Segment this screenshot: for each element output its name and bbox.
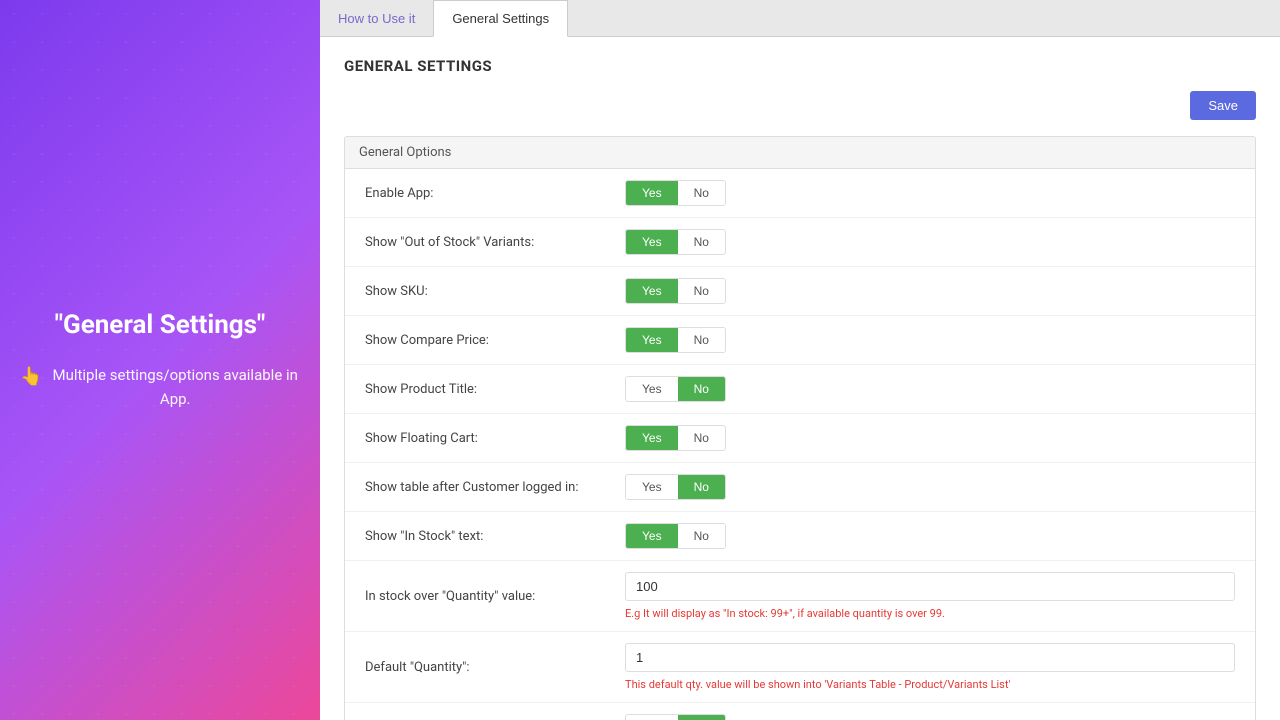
setting-label-enable-app: Enable App: — [365, 186, 625, 201]
setting-row-redirect-cart: Redirect to Cart Page After Add to Cart:… — [345, 703, 1255, 720]
toggle-yes-show-compare-price[interactable]: Yes — [626, 328, 678, 352]
setting-control-show-table-logged-in: YesNo — [625, 474, 1235, 500]
setting-control-show-product-title: YesNo — [625, 376, 1235, 402]
toggle-yes-enable-app[interactable]: Yes — [626, 181, 678, 205]
setting-row-show-out-of-stock: Show "Out of Stock" Variants:YesNo — [345, 218, 1255, 267]
toggle-yes-show-out-of-stock[interactable]: Yes — [626, 230, 678, 254]
sidebar-desc-text: Multiple settings/options available in A… — [50, 363, 300, 411]
toggle-group-enable-app: YesNo — [625, 180, 726, 206]
setting-label-in-stock-quantity: In stock over "Quantity" value: — [365, 589, 625, 604]
toggle-yes-show-product-title[interactable]: Yes — [626, 377, 678, 401]
setting-label-default-quantity: Default "Quantity": — [365, 660, 625, 675]
setting-label-show-floating-cart: Show Floating Cart: — [365, 431, 625, 446]
toggle-group-redirect-cart: YesNo — [625, 714, 726, 720]
setting-label-show-compare-price: Show Compare Price: — [365, 333, 625, 348]
input-in-stock-quantity[interactable] — [625, 572, 1235, 601]
setting-control-show-compare-price: YesNo — [625, 327, 1235, 353]
setting-label-show-product-title: Show Product Title: — [365, 382, 625, 397]
toggle-group-show-table-logged-in: YesNo — [625, 474, 726, 500]
toggle-group-show-compare-price: YesNo — [625, 327, 726, 353]
toggle-group-show-sku: YesNo — [625, 278, 726, 304]
tab-general-settings[interactable]: General Settings — [433, 0, 568, 37]
setting-row-enable-app: Enable App:YesNo — [345, 169, 1255, 218]
setting-label-show-out-of-stock: Show "Out of Stock" Variants: — [365, 235, 625, 250]
sidebar-title: "General Settings" — [20, 309, 300, 343]
toggle-no-show-compare-price[interactable]: No — [678, 328, 725, 352]
hint-default-quantity: This default qty. value will be shown in… — [625, 678, 1235, 691]
setting-control-in-stock-quantity: E.g It will display as "In stock: 99+", … — [625, 572, 1235, 620]
setting-control-show-floating-cart: YesNo — [625, 425, 1235, 451]
input-default-quantity[interactable] — [625, 643, 1235, 672]
setting-row-show-table-logged-in: Show table after Customer logged in:YesN… — [345, 463, 1255, 512]
toggle-yes-show-sku[interactable]: Yes — [626, 279, 678, 303]
setting-row-show-floating-cart: Show Floating Cart:YesNo — [345, 414, 1255, 463]
setting-row-show-in-stock-text: Show "In Stock" text:YesNo — [345, 512, 1255, 561]
toggle-yes-redirect-cart[interactable]: Yes — [626, 715, 678, 720]
setting-row-default-quantity: Default "Quantity":This default qty. val… — [345, 632, 1255, 703]
toggle-no-show-in-stock-text[interactable]: No — [678, 524, 725, 548]
toggle-no-show-sku[interactable]: No — [678, 279, 725, 303]
hand-icon: 👆 — [20, 363, 42, 392]
setting-control-show-sku: YesNo — [625, 278, 1235, 304]
toggle-no-show-table-logged-in[interactable]: No — [678, 475, 725, 499]
general-options-card: General Options Enable App:YesNoShow "Ou… — [344, 136, 1256, 720]
toggle-group-show-product-title: YesNo — [625, 376, 726, 402]
toggle-yes-show-floating-cart[interactable]: Yes — [626, 426, 678, 450]
tab-how-to-use[interactable]: How to Use it — [320, 0, 433, 36]
hint-in-stock-quantity: E.g It will display as "In stock: 99+", … — [625, 607, 1235, 620]
tab-bar: How to Use it General Settings — [320, 0, 1280, 37]
setting-label-show-sku: Show SKU: — [365, 284, 625, 299]
setting-control-show-out-of-stock: YesNo — [625, 229, 1235, 255]
main-content: How to Use it General Settings GENERAL S… — [320, 0, 1280, 720]
general-options-header: General Options — [345, 137, 1255, 169]
sidebar-description: 👆 Multiple settings/options available in… — [20, 363, 300, 411]
save-button-row: Save — [344, 91, 1256, 120]
sidebar: "General Settings" 👆 Multiple settings/o… — [0, 0, 320, 720]
toggle-no-redirect-cart[interactable]: No — [678, 715, 725, 720]
setting-control-redirect-cart: YesNo — [625, 714, 1235, 720]
save-button[interactable]: Save — [1190, 91, 1256, 120]
toggle-group-show-floating-cart: YesNo — [625, 425, 726, 451]
settings-container: Enable App:YesNoShow "Out of Stock" Vari… — [345, 169, 1255, 720]
toggle-yes-show-table-logged-in[interactable]: Yes — [626, 475, 678, 499]
toggle-yes-show-in-stock-text[interactable]: Yes — [626, 524, 678, 548]
setting-label-show-in-stock-text: Show "In Stock" text: — [365, 529, 625, 544]
sidebar-content: "General Settings" 👆 Multiple settings/o… — [0, 289, 320, 431]
setting-label-show-table-logged-in: Show table after Customer logged in: — [365, 480, 625, 495]
toggle-group-show-in-stock-text: YesNo — [625, 523, 726, 549]
setting-row-show-compare-price: Show Compare Price:YesNo — [345, 316, 1255, 365]
setting-row-show-sku: Show SKU:YesNo — [345, 267, 1255, 316]
toggle-no-show-out-of-stock[interactable]: No — [678, 230, 725, 254]
setting-control-show-in-stock-text: YesNo — [625, 523, 1235, 549]
page-title: GENERAL SETTINGS — [344, 57, 1256, 75]
setting-row-show-product-title: Show Product Title:YesNo — [345, 365, 1255, 414]
toggle-group-show-out-of-stock: YesNo — [625, 229, 726, 255]
setting-row-in-stock-quantity: In stock over "Quantity" value:E.g It wi… — [345, 561, 1255, 632]
toggle-no-show-product-title[interactable]: No — [678, 377, 725, 401]
setting-control-default-quantity: This default qty. value will be shown in… — [625, 643, 1235, 691]
setting-control-enable-app: YesNo — [625, 180, 1235, 206]
toggle-no-enable-app[interactable]: No — [678, 181, 725, 205]
content-area: GENERAL SETTINGS Save General Options En… — [320, 37, 1280, 720]
toggle-no-show-floating-cart[interactable]: No — [678, 426, 725, 450]
